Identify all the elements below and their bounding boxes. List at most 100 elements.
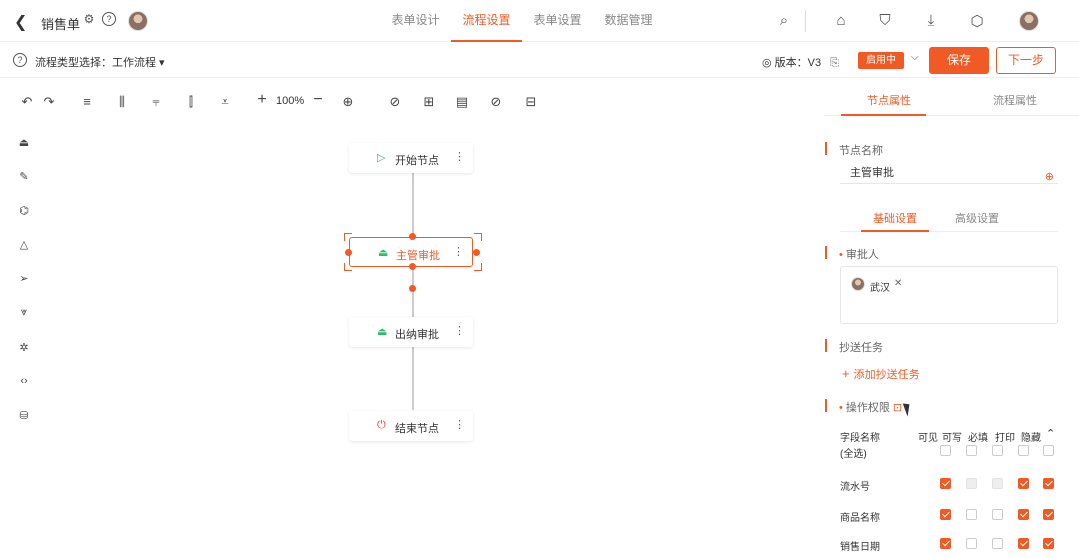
permission-checkbox[interactable] bbox=[1018, 478, 1029, 489]
permission-checkbox[interactable] bbox=[1018, 538, 1029, 549]
back-icon[interactable]: ❮ bbox=[14, 12, 27, 32]
flow-node-start[interactable]: ▷ 开始节点 ⋮ bbox=[349, 143, 473, 173]
permission-checkbox[interactable] bbox=[940, 538, 951, 549]
download-icon[interactable]: ⤓ bbox=[922, 12, 940, 29]
align-center-icon[interactable]: ⫼ bbox=[114, 94, 130, 110]
align-middle-icon[interactable]: ⫧ bbox=[148, 94, 164, 110]
permission-checkbox[interactable] bbox=[940, 509, 951, 520]
flow-node-cashier-approval[interactable]: ⏏ 出纳审批 ⋮ bbox=[349, 317, 473, 347]
permission-checkbox[interactable] bbox=[1043, 445, 1054, 456]
gear-icon[interactable]: ⚙ bbox=[82, 12, 96, 26]
help-circle-icon[interactable]: ? bbox=[13, 53, 27, 67]
more-vertical-icon[interactable]: ⋮ bbox=[454, 150, 465, 163]
search-icon[interactable]: ⌕ bbox=[775, 12, 793, 29]
avatar[interactable] bbox=[128, 11, 148, 31]
shirt-icon[interactable]: ⛉ bbox=[876, 12, 894, 29]
zoom-in-icon[interactable]: + bbox=[254, 91, 270, 109]
tab-basic-settings[interactable]: 基础设置 bbox=[873, 210, 917, 226]
merge-icon[interactable]: ⩔ bbox=[17, 306, 31, 319]
connection-handle[interactable] bbox=[409, 233, 416, 240]
permission-checkbox[interactable] bbox=[940, 478, 951, 489]
sub-bar: ? 流程类型选择：工作流程 ▾ ◎ 版本：V3 ⎘ 启用中 ⌵ 保存 下一步 bbox=[0, 42, 1079, 78]
stamp-icon[interactable]: ⏏ bbox=[17, 136, 31, 149]
chevron-up-icon[interactable]: ⌃ bbox=[1046, 427, 1055, 440]
permission-checkbox[interactable] bbox=[992, 509, 1003, 520]
section-cc: 抄送任务 bbox=[825, 339, 883, 355]
canvas-toolbar: ↶ ↷ ≡ ⫼ ⫧ ⫿ ⩡ + 100% − ⊕ ⊘ ⊞ ▤ ⊘ ⊟ bbox=[0, 78, 815, 124]
permission-checkbox[interactable] bbox=[992, 538, 1003, 549]
align-right-icon[interactable]: ⫿ bbox=[183, 94, 199, 110]
tab-flow-settings[interactable]: 流程设置 bbox=[451, 0, 522, 42]
approver-picker[interactable]: 武汉 ✕ bbox=[840, 266, 1058, 324]
close-icon[interactable]: ✕ bbox=[894, 278, 902, 289]
align-left-icon[interactable]: ≡ bbox=[79, 94, 95, 109]
field-name: (全选) bbox=[840, 449, 867, 460]
minimize-icon[interactable]: ⊟ bbox=[523, 94, 539, 110]
section-approver: • 审批人 bbox=[825, 246, 879, 262]
pen-icon[interactable]: ✎ bbox=[17, 170, 31, 183]
triangle-icon[interactable]: △ bbox=[17, 238, 31, 251]
send-icon[interactable]: ➢ bbox=[17, 272, 31, 285]
permission-checkbox[interactable] bbox=[1043, 509, 1054, 520]
approver-name: 武汉 bbox=[870, 283, 890, 294]
align-bottom-icon[interactable]: ⩡ bbox=[217, 94, 233, 110]
permission-checkbox[interactable] bbox=[940, 445, 951, 456]
more-vertical-icon[interactable]: ⋮ bbox=[454, 418, 465, 431]
document-icon[interactable]: ▤ bbox=[454, 94, 470, 110]
selection-corner bbox=[474, 263, 482, 271]
redo-icon[interactable]: ↷ bbox=[41, 94, 57, 110]
flow-type-select[interactable]: 流程类型选择：工作流程 ▾ bbox=[35, 54, 165, 70]
org-chart-icon[interactable]: ⌬ bbox=[17, 204, 31, 217]
database-icon[interactable]: ⛁ bbox=[17, 409, 31, 422]
zoom-out-icon[interactable]: − bbox=[310, 91, 326, 109]
permission-checkbox[interactable] bbox=[1018, 445, 1029, 456]
translate-icon[interactable]: ⊕ bbox=[1045, 166, 1054, 188]
chevron-down-icon[interactable]: ⌵ bbox=[911, 52, 919, 63]
tab-form-settings[interactable]: 表单设置 bbox=[522, 0, 593, 42]
tab-data-management[interactable]: 数据管理 bbox=[593, 0, 664, 42]
home-icon[interactable]: ⌂ bbox=[832, 12, 850, 29]
copy-icon[interactable]: ⎘ bbox=[830, 57, 839, 69]
selection-corner bbox=[344, 233, 352, 241]
permission-checkbox[interactable] bbox=[1043, 538, 1054, 549]
field-name: 流水号 bbox=[840, 482, 870, 493]
permission-checkbox[interactable] bbox=[992, 445, 1003, 456]
selection-corner bbox=[344, 263, 352, 271]
plus-icon: + bbox=[842, 366, 850, 381]
power-icon: ⏻ bbox=[377, 419, 386, 431]
connection-handle[interactable] bbox=[409, 263, 416, 270]
settings-icon[interactable]: ✲ bbox=[17, 341, 31, 354]
zoom-level: 100% bbox=[276, 95, 305, 107]
next-button[interactable]: 下一步 bbox=[996, 47, 1056, 74]
user-avatar[interactable] bbox=[1019, 11, 1039, 31]
add-cc-button[interactable]: + 添加抄送任务 bbox=[842, 366, 920, 382]
grid-icon[interactable]: ⊞ bbox=[421, 94, 437, 110]
connection-handle[interactable] bbox=[473, 249, 480, 256]
permission-checkbox[interactable] bbox=[1043, 478, 1054, 489]
main-tabs: 表单设计 流程设置 表单设置 数据管理 bbox=[380, 0, 664, 42]
tab-advanced-settings[interactable]: 高级设置 bbox=[955, 210, 999, 226]
eye-off-icon[interactable]: ⊘ bbox=[387, 94, 403, 110]
permission-checkbox[interactable] bbox=[1018, 509, 1029, 520]
connection-handle[interactable] bbox=[345, 249, 352, 256]
save-button[interactable]: 保存 bbox=[929, 47, 989, 74]
node-name-input[interactable]: 主管审批 ⊕ bbox=[840, 162, 1058, 184]
tab-form-design[interactable]: 表单设计 bbox=[380, 0, 451, 42]
undo-icon[interactable]: ↶ bbox=[19, 94, 35, 110]
more-vertical-icon[interactable]: ⋮ bbox=[454, 324, 465, 337]
connection-handle[interactable] bbox=[409, 285, 416, 292]
hide-icon[interactable]: ⊘ bbox=[488, 94, 504, 110]
help-icon[interactable]: ? bbox=[102, 12, 116, 26]
tab-node-properties[interactable]: 节点属性 bbox=[867, 92, 911, 108]
more-vertical-icon[interactable]: ⋮ bbox=[453, 245, 464, 258]
flow-node-end[interactable]: ⏻ 结束节点 ⋮ bbox=[349, 411, 473, 441]
plugin-icon[interactable]: ⬡ bbox=[968, 12, 986, 30]
permission-checkbox[interactable] bbox=[966, 538, 977, 549]
info-icon[interactable]: ⊡ bbox=[893, 402, 902, 414]
globe-icon[interactable]: ⊕ bbox=[340, 94, 356, 110]
tab-flow-properties[interactable]: 流程属性 bbox=[993, 92, 1037, 108]
settings-tabs: 基础设置 高级设置 bbox=[840, 204, 1058, 232]
permission-checkbox[interactable] bbox=[966, 509, 977, 520]
code-icon[interactable]: ‹› bbox=[17, 375, 31, 387]
permission-checkbox[interactable] bbox=[966, 445, 977, 456]
